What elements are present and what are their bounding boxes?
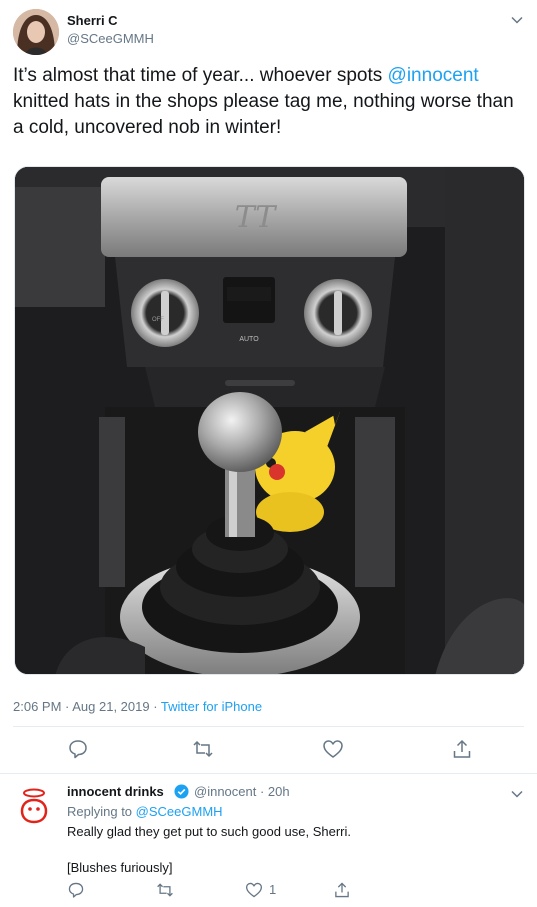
- author-handle[interactable]: @SCeeGMMH: [67, 31, 154, 46]
- divider: [13, 726, 524, 727]
- mention-link[interactable]: @innocent: [388, 65, 479, 86]
- reply-line: [Blushes furiously]: [67, 860, 173, 875]
- tweet-text-part: It’s almost that time of year... whoever…: [13, 65, 388, 86]
- verified-badge-icon: [174, 784, 189, 799]
- reply-text: Really glad they get put to such good us…: [67, 823, 517, 877]
- share-icon[interactable]: [451, 738, 473, 760]
- replying-prefix: Replying to: [67, 804, 136, 819]
- reply-author-handle[interactable]: @innocent · 20h: [194, 784, 290, 799]
- off-label: OFF: [152, 317, 164, 323]
- tweet-actions: [0, 738, 537, 764]
- source-link[interactable]: Twitter for iPhone: [161, 699, 262, 714]
- like-count: 1: [269, 882, 277, 897]
- retweet-icon[interactable]: [192, 738, 214, 760]
- retweet-icon[interactable]: [156, 880, 174, 900]
- reply-actions: 1: [0, 880, 537, 902]
- avatar[interactable]: [13, 9, 59, 55]
- tweet-timestamp: 2:06 PM · Aug 21, 2019 · Twitter for iPh…: [13, 699, 262, 714]
- tweet-photo[interactable]: TT AUTO OFF: [14, 166, 525, 675]
- author-name[interactable]: Sherri C: [67, 13, 118, 28]
- tt-logo: TT: [235, 200, 278, 235]
- replying-mention[interactable]: @SCeeGMMH: [136, 804, 223, 819]
- auto-label: AUTO: [239, 336, 259, 343]
- timestamp-text[interactable]: 2:06 PM · Aug 21, 2019 ·: [13, 699, 161, 714]
- tweet-text-part: knitted hats in the shops please tag me,…: [13, 91, 514, 138]
- reply-icon[interactable]: [67, 880, 85, 900]
- replying-to: Replying to @SCeeGMMH: [67, 804, 223, 819]
- innocent-logo-avatar[interactable]: [13, 784, 55, 826]
- share-icon[interactable]: [333, 880, 351, 900]
- reply-line: Really glad they get put to such good us…: [67, 824, 352, 839]
- chevron-down-icon[interactable]: [509, 12, 525, 28]
- heart-icon[interactable]: [322, 738, 344, 760]
- car-interior-photo: TT AUTO OFF: [15, 167, 524, 674]
- reply-author-name[interactable]: innocent drinks: [67, 784, 164, 799]
- chevron-down-icon[interactable]: [509, 786, 525, 802]
- tweet-text: It’s almost that time of year... whoever…: [13, 63, 518, 141]
- reply-icon[interactable]: [67, 738, 89, 760]
- heart-icon[interactable]: [245, 880, 263, 900]
- reply-tweet[interactable]: innocent drinks @innocent · 20h Replying…: [0, 774, 537, 907]
- avatar-photo: [13, 9, 59, 55]
